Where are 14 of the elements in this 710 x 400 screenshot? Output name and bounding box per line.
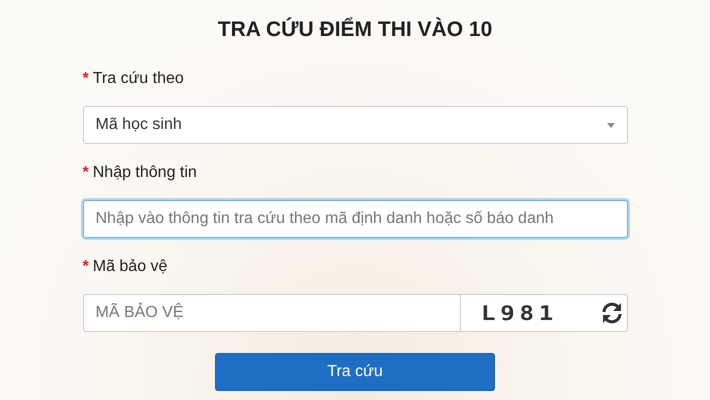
field-label: Mã bảo vệ (92, 258, 168, 276)
info-input-field[interactable]: Nhập vào thông tin tra cứu theo mã định danh hoặc số báo danh (82, 200, 628, 238)
captcha-code: L981 (480, 301, 558, 325)
lookup-button[interactable]: Tra cứu (215, 353, 495, 391)
captcha-input-field[interactable]: MÃ BẢO VỆ (82, 294, 460, 332)
required-mark: * (82, 164, 89, 182)
dropdown-caret-icon (606, 122, 614, 128)
page-title: TRA CỨU ĐIỂM THI VÀO 10 (216, 18, 494, 42)
field-label: Nhập thông tin (92, 164, 197, 182)
required-mark: * (82, 258, 89, 276)
field-label: Tra cứu theo (92, 70, 184, 88)
refresh-icon[interactable] (600, 301, 624, 325)
required-mark: * (82, 70, 89, 88)
lookup-type-select[interactable]: Mã học sinh (82, 106, 628, 144)
